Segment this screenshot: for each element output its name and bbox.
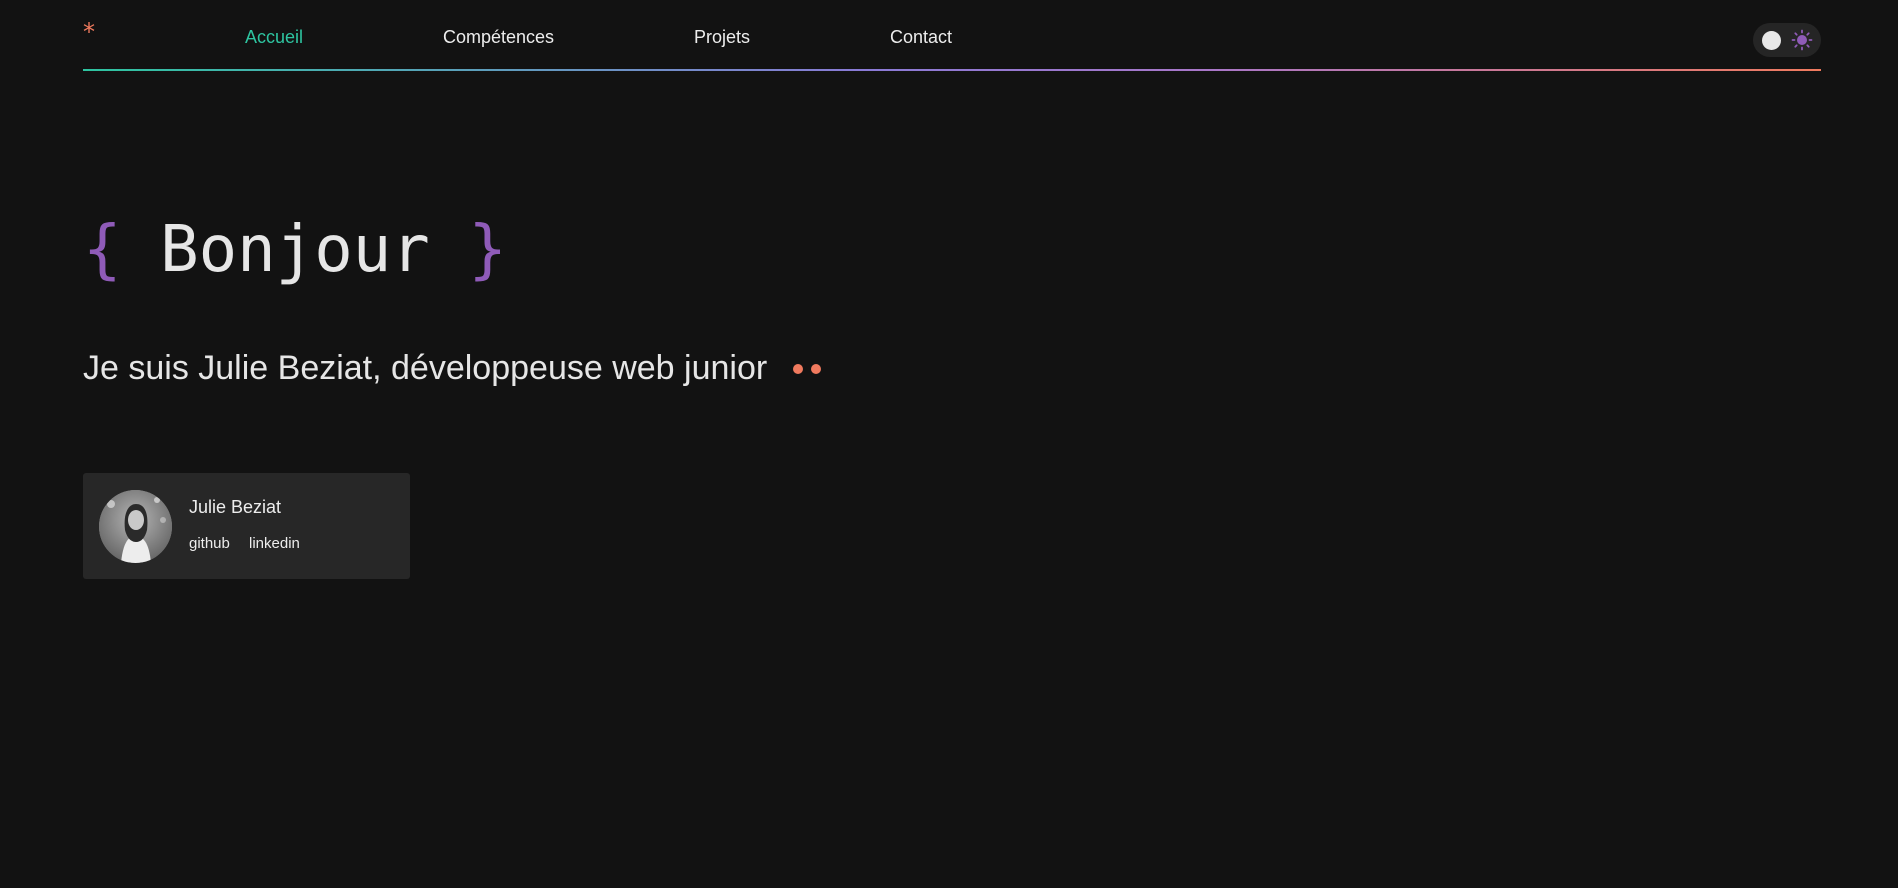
avatar-photo: [99, 490, 172, 563]
hero-subtitle-text: Je suis Julie Beziat, développeuse web j…: [83, 349, 768, 387]
nav-link-competences[interactable]: Compétences: [443, 27, 554, 48]
header-divider: [83, 69, 1821, 71]
profile-name: Julie Beziat: [189, 497, 282, 517]
dot: [810, 364, 821, 375]
logo-star-icon[interactable]: *: [83, 20, 103, 44]
nav-link-projets[interactable]: Projets: [694, 27, 750, 48]
theme-toggle[interactable]: [1753, 23, 1821, 57]
hero-subtitle: Je suis Julie Beziat, développeuse web j…: [83, 344, 825, 392]
hero-title: { Bonjour }: [83, 205, 507, 295]
linkedin-link[interactable]: linkedin: [249, 535, 300, 552]
hero-greeting: Bonjour: [160, 213, 430, 287]
avatar: [99, 490, 172, 563]
nav-link-accueil[interactable]: Accueil: [245, 27, 303, 48]
open-brace: {: [83, 213, 122, 287]
nav-link-contact[interactable]: Contact: [890, 27, 952, 48]
close-brace: }: [468, 213, 507, 287]
profile-card: Julie Beziat github linkedin: [83, 473, 410, 579]
toggle-knob: [1762, 31, 1781, 50]
dot: [792, 364, 803, 375]
sun-icon: [1791, 29, 1813, 51]
github-link[interactable]: github: [189, 535, 230, 552]
site-header: * Accueil Compétences Projets Contact: [83, 0, 1821, 72]
typing-dots-icon: [791, 361, 825, 375]
page: * Accueil Compétences Projets Contact {…: [0, 0, 1898, 888]
